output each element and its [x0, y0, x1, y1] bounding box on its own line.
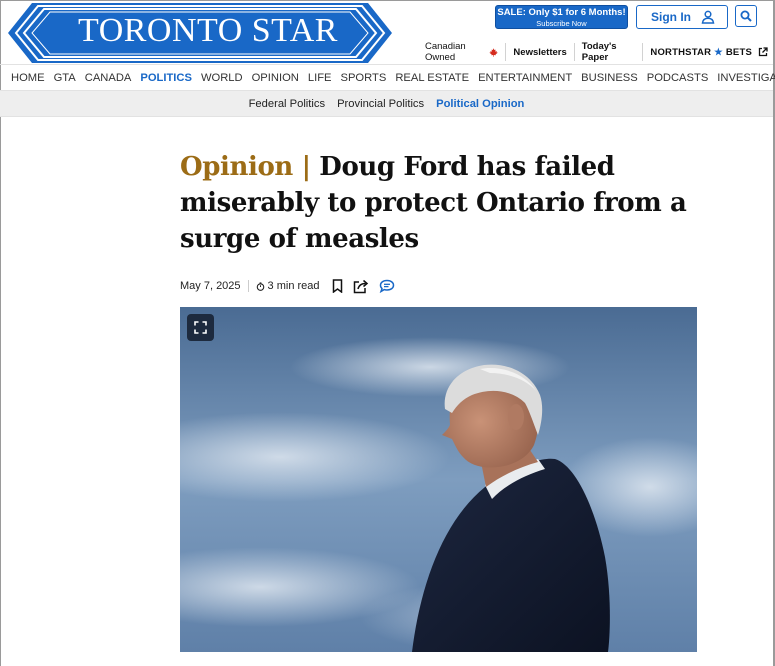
sign-in-button[interactable]: Sign In: [636, 5, 728, 29]
canadian-owned-link[interactable]: Canadian Owned: [418, 41, 507, 63]
site-logo[interactable]: TORONTO STAR: [8, 3, 392, 63]
share-button[interactable]: [353, 279, 369, 294]
comments-button[interactable]: [379, 279, 395, 293]
utility-links: Canadian Owned Newsletters Today's Paper…: [418, 41, 775, 63]
nav-item-investigations[interactable]: INVESTIGATIONS: [717, 72, 775, 84]
nav-item-gta[interactable]: GTA: [54, 72, 76, 84]
article-meta: May 7, 2025 3 min read: [180, 275, 395, 297]
sale-headline: SALE: Only $1 for 6 Months!: [497, 7, 626, 18]
bookmark-icon: [332, 279, 342, 293]
sale-subtext: Subscribe Now: [536, 19, 587, 28]
share-icon: [353, 279, 368, 293]
primary-nav: HOME GTA CANADA POLITICS WORLD OPINION L…: [0, 64, 775, 90]
search-button[interactable]: [735, 5, 757, 27]
nav-item-sports[interactable]: SPORTS: [341, 72, 387, 84]
todays-paper-link[interactable]: Today's Paper: [575, 41, 644, 63]
publish-date: May 7, 2025: [180, 280, 249, 292]
nav-item-home[interactable]: HOME: [11, 72, 45, 84]
newsletters-link[interactable]: Newsletters: [506, 43, 575, 61]
logo-text: TORONTO STAR: [78, 12, 338, 49]
nav-item-canada[interactable]: CANADA: [85, 72, 132, 84]
timer-icon: [256, 281, 264, 291]
article-hero-image[interactable]: [180, 307, 697, 652]
hero-photo: [180, 307, 697, 652]
subscribe-sale-button[interactable]: SALE: Only $1 for 6 Months! Subscribe No…: [495, 5, 628, 29]
search-icon: [740, 10, 752, 22]
comment-icon: [379, 279, 394, 293]
nav-item-real-estate[interactable]: REAL ESTATE: [395, 72, 469, 84]
northstar-star-icon: ★: [714, 46, 723, 58]
nav-item-politics[interactable]: POLITICS: [140, 72, 192, 84]
maple-leaf-icon: [489, 47, 499, 57]
nav-item-opinion[interactable]: OPINION: [252, 72, 299, 84]
expand-image-button[interactable]: [187, 314, 214, 341]
nav-item-podcasts[interactable]: PODCASTS: [647, 72, 709, 84]
window-border-top: [0, 0, 775, 1]
nav-item-business[interactable]: BUSINESS: [581, 72, 638, 84]
read-time: 3 min read: [249, 280, 320, 292]
section-sub-nav: Federal Politics Provincial Politics Pol…: [0, 90, 773, 117]
northstar-label: NORTHSTAR: [650, 46, 712, 58]
bets-label: BETS: [725, 46, 752, 58]
subnav-item-federal-politics[interactable]: Federal Politics: [249, 98, 325, 110]
article-headline: Opinion | Doug Ford has failed miserably…: [180, 149, 720, 257]
sign-in-label: Sign In: [651, 10, 691, 24]
nav-item-entertainment[interactable]: ENTERTAINMENT: [478, 72, 572, 84]
bookmark-button[interactable]: [332, 279, 343, 293]
subnav-item-provincial-politics[interactable]: Provincial Politics: [337, 98, 424, 110]
external-link-icon: [758, 47, 768, 57]
northstar-bets-link[interactable]: NORTHSTAR ★ BETS: [643, 43, 775, 61]
canadian-owned-label: Canadian Owned: [425, 41, 466, 63]
nav-item-world[interactable]: WORLD: [201, 72, 243, 84]
nav-item-life[interactable]: LIFE: [308, 72, 332, 84]
read-time-label: 3 min read: [267, 280, 320, 292]
headline-kicker: Opinion |: [180, 152, 311, 182]
subnav-item-political-opinion[interactable]: Political Opinion: [436, 98, 524, 110]
user-icon: [701, 10, 715, 24]
expand-icon: [194, 321, 207, 334]
